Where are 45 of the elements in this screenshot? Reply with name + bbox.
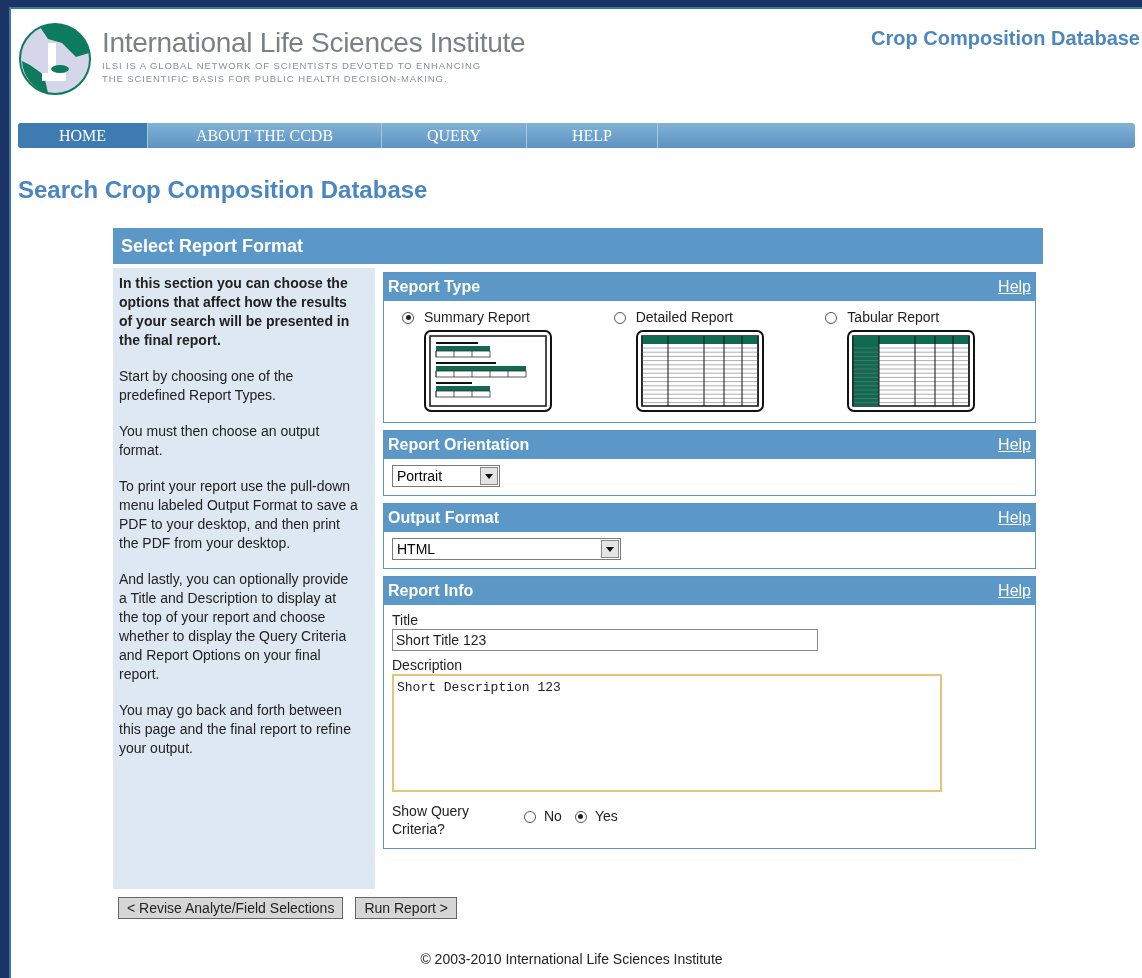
help-paragraph: To print your report use the pull-down menu labeled Output Format to save a PDF to your desktop, and then print the PDF from your desktop.	[119, 477, 359, 553]
help-link[interactable]: Help	[998, 275, 1031, 299]
nav-tab[interactable]: HOME	[18, 123, 148, 148]
section-title: Report Info	[388, 581, 474, 601]
description-textarea[interactable]: Short Description 123	[392, 674, 942, 792]
help-paragraph: In this section you can choose the options that affect how the results of your search will be presented in the final report.	[119, 274, 351, 350]
help-paragraph: And lastly, you can optionally provide a Title and Description to display at the top of your report and choose whether to display the Query Criteria and Report Options on your final report.	[119, 570, 350, 684]
nav-tab[interactable]: HELP	[527, 123, 658, 148]
panel-title: Select Report Format	[121, 234, 304, 258]
help-paragraph: You may go back and forth between this page and the final report to refine your output.	[119, 701, 352, 758]
section-title: Report Type	[388, 277, 481, 297]
title-input[interactable]: Short Title 123	[392, 629, 818, 651]
radio-label: No	[544, 807, 562, 826]
dropdown-select[interactable]: HTML	[392, 538, 621, 560]
section-title: Output Format	[388, 508, 500, 528]
radio-button[interactable]	[402, 311, 414, 324]
help-paragraph: Start by choosing one of the predefined Report Types.	[119, 367, 295, 405]
section-title: Report Orientation	[388, 435, 530, 455]
help-link[interactable]: Help	[998, 579, 1031, 603]
site-name: Crop Composition Database	[871, 26, 1140, 51]
institute-name: International Life Sciences Institute	[102, 27, 526, 59]
radio-label: Detailed Report	[635, 308, 733, 327]
tagline-text: ILSI IS A GLOBAL NETWORK OF SCIENTISTS DEVOTED TO ENHANCING	[102, 59, 483, 72]
dropdown-select[interactable]: Portrait	[392, 465, 500, 487]
radio-button[interactable]	[613, 311, 626, 324]
form-button[interactable]: Run Report >	[355, 897, 458, 919]
radio-button[interactable]	[574, 810, 587, 823]
logo-icon	[18, 23, 92, 95]
field-label: Description	[392, 656, 464, 674]
help-link[interactable]: Help	[998, 506, 1031, 530]
page-title: Search Crop Composition Database	[18, 175, 429, 205]
help-link[interactable]: Help	[998, 433, 1031, 457]
radio-label: Yes	[594, 807, 618, 826]
radio-button[interactable]	[524, 810, 536, 823]
radio-button[interactable]	[825, 311, 838, 324]
help-paragraph: You must then choose an output format.	[119, 422, 321, 460]
tagline-text: THE SCIENTIFIC BASIS FOR PUBLIC HEALTH DECISION-MAKING.	[102, 72, 449, 85]
nav-tab[interactable]: ABOUT THE CCDB	[148, 123, 382, 148]
copyright-text: © 2003-2010 International Life Sciences Institute	[419, 950, 724, 969]
nav-tab[interactable]: QUERY	[382, 123, 527, 148]
field-label: Show Query Criteria?	[392, 802, 471, 838]
field-label: Title	[392, 611, 419, 629]
form-button[interactable]: < Revise Analyte/Field Selections	[118, 897, 344, 919]
radio-label: Tabular Report	[847, 308, 940, 327]
radio-label: Summary Report	[424, 308, 530, 327]
